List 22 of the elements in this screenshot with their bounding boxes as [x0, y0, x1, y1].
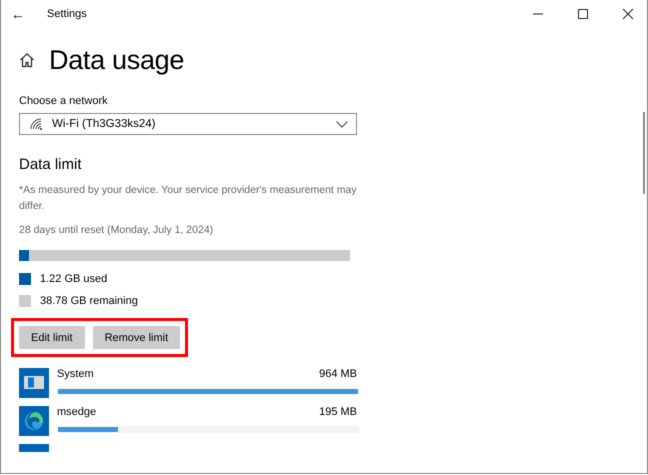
note-text: *As measured by your device. Your service provider's measurement may differ. — [19, 183, 358, 214]
limit-button[interactable]: Edit limit — [19, 326, 85, 349]
window-title: Settings — [47, 8, 87, 20]
page-title: Data usage — [49, 44, 184, 76]
reset-text: 28 days until reset (Monday, July 1, 2024) — [19, 223, 214, 238]
app-usage: 195 MB — [319, 406, 357, 418]
wifi-icon — [30, 118, 44, 130]
close-icon[interactable] — [622, 8, 634, 20]
legend-label: 1.22 GB used — [40, 273, 108, 285]
maximize-icon[interactable] — [577, 8, 589, 20]
legend-label: 38.78 GB remaining — [40, 295, 138, 307]
back-button[interactable]: ← — [11, 6, 29, 22]
home-icon[interactable] — [19, 52, 35, 68]
app-usage: 964 MB — [319, 368, 357, 380]
chevron-down-icon — [336, 120, 348, 128]
scrollbar-thumb[interactable] — [643, 112, 645, 194]
field-label: Choose a network — [19, 95, 109, 107]
section-heading: Data limit — [19, 156, 83, 173]
app-name: msedge — [57, 406, 96, 418]
network-dropdown[interactable]: Wi-Fi (Th3G33ks24) — [19, 113, 357, 135]
limit-button[interactable]: Remove limit — [92, 326, 180, 349]
app-name: System — [57, 368, 94, 380]
